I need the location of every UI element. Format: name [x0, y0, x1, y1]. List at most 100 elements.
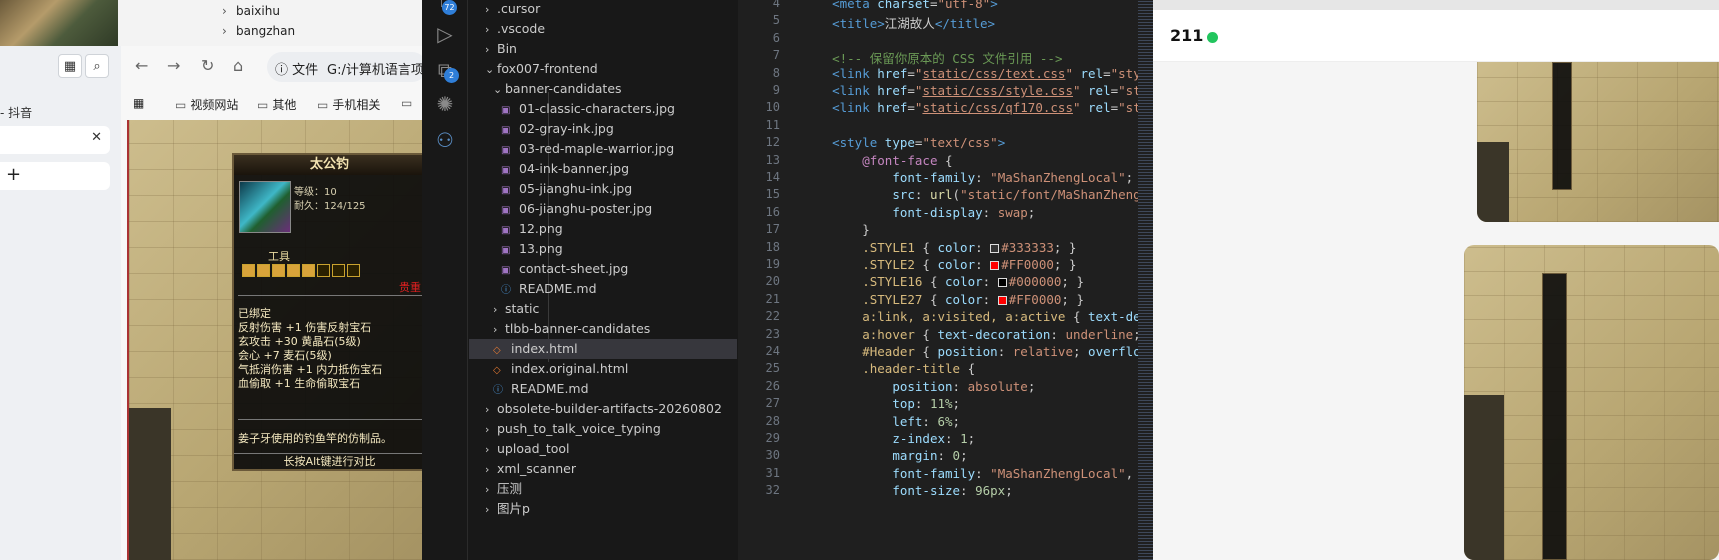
explorer-item-label: index.original.html [511, 361, 629, 376]
info-icon: ⓘ [275, 63, 293, 78]
code-line[interactable]: z-index: 1; [802, 431, 975, 446]
code-line[interactable]: font-family: "MaShanZhengLocal"; [802, 170, 1133, 185]
code-line[interactable]: <link href="static/css/text.css" rel="st… [802, 66, 1138, 81]
game-viewport[interactable]: 太公钓 等级：10 耐久：124/125 工具 贵重 已绑定 反射伤害 +1 伤… [127, 120, 422, 560]
url-info-chip[interactable]: ⓘ 文件 [275, 59, 318, 78]
explorer-item-label: obsolete-builder-artifacts-20260802 [497, 401, 722, 416]
code-line[interactable]: .header-title { [802, 361, 975, 376]
explorer-file[interactable]: ▣ 05-jianghu-ink.jpg [469, 179, 737, 199]
code-line[interactable]: .STYLE16 { color: #000000; } [802, 274, 1084, 289]
code-line[interactable]: margin: 0; [802, 448, 967, 463]
explorer-file[interactable]: ▣ contact-sheet.jpg [469, 259, 737, 279]
explorer-file[interactable]: ⓘ README.md [469, 279, 737, 299]
explorer-file[interactable]: ▣ 12.png [469, 219, 737, 239]
explorer-file[interactable]: ▣ 04-ink-banner.jpg [469, 159, 737, 179]
explorer-file[interactable]: ▣ 01-classic-characters.jpg [469, 99, 737, 119]
thumbnail-card[interactable] [1464, 245, 1719, 560]
explorer-folder[interactable]: › Bin [469, 39, 737, 59]
line-number: 4 [772, 0, 780, 10]
code-line[interactable]: top: 11%; [802, 396, 960, 411]
explorer-file[interactable]: ◇ index.html [469, 339, 737, 359]
explorer-folder[interactable]: ⌄ fox007-frontend [469, 59, 737, 79]
explorer-folder[interactable]: ⌄ banner-candidates [469, 79, 737, 99]
line-number: 7 [772, 48, 780, 63]
code-line[interactable]: left: 6%; [802, 414, 960, 429]
code-editor[interactable]: 4 <meta charset="utf-8"> 5 <title>江湖故人</t… [738, 0, 1138, 560]
explorer-file[interactable]: ▣ 06-jianghu-poster.jpg [469, 199, 737, 219]
explorer-folder[interactable]: › .cursor [469, 0, 737, 19]
explorer-folder[interactable]: › xml_scanner [469, 459, 737, 479]
explorer-folder[interactable]: › tlbb-banner-candidates [469, 319, 737, 339]
code-line[interactable]: .STYLE1 { color: #333333; } [802, 240, 1076, 255]
tab-search-icon[interactable]: ⌕ [85, 54, 109, 78]
forward-icon[interactable]: → [167, 56, 180, 75]
side-tab-label[interactable]: - 抖音 [0, 104, 32, 121]
explorer-file[interactable]: ▣ 13.png [469, 239, 737, 259]
item-title: 太公钓 [234, 155, 422, 175]
tree-item-bangzhan[interactable]: › bangzhan [222, 24, 295, 38]
code-line[interactable]: <title>江湖故人</title> [802, 13, 995, 32]
back-icon[interactable]: ← [135, 56, 148, 75]
chevron-right-icon: › [485, 23, 490, 36]
explorer-file[interactable]: ▣ 02-gray-ink.jpg [469, 119, 737, 139]
explorer-item-label: 13.png [519, 241, 563, 256]
explorer-file[interactable]: ◇ index.original.html [469, 359, 737, 379]
address-bar[interactable]: ⓘ 文件 G:/计算机语言项 [267, 52, 427, 82]
explorer-folder[interactable]: › 压测 [469, 479, 737, 499]
vscode-window: ⑂ 72 ▷ ⧉ 2 ✺ ⚇ ›.cursor›.vscode›Bin⌄fox0… [422, 0, 1153, 560]
new-tab-button[interactable]: + [0, 162, 110, 190]
thumbnail-card[interactable] [1477, 62, 1719, 222]
code-line[interactable]: <link href="static/css/qf170.css" rel="s… [802, 100, 1138, 115]
bookmark-folder-overflow[interactable]: ▭ [401, 96, 416, 110]
code-line[interactable]: <link href="static/css/style.css" rel="s… [802, 83, 1138, 98]
explorer-folder[interactable]: › static [469, 299, 737, 319]
code-line[interactable]: <style type="text/css"> [802, 135, 1005, 150]
code-line[interactable]: font-display: swap; [802, 205, 1035, 220]
chevron-right-icon: › [485, 503, 490, 516]
code-line[interactable]: } [802, 222, 870, 237]
code-line[interactable]: <meta charset="utf-8"> [802, 0, 998, 11]
line-number: 23 [765, 326, 780, 341]
code-line[interactable]: @font-face { [802, 153, 952, 168]
code-line[interactable]: .STYLE2 { color: #FF0000; } [802, 257, 1076, 272]
home-icon[interactable]: ⌂ [233, 56, 243, 75]
image-file-icon: ▣ [501, 225, 511, 236]
code-line[interactable]: .STYLE27 { color: #FF0000; } [802, 292, 1084, 307]
code-line[interactable]: font-size: 96px; [802, 483, 1012, 498]
explorer-folder[interactable]: › 图片p [469, 499, 737, 519]
code-line[interactable]: #Header { position: relative; overflow [802, 344, 1138, 359]
tab-grid-icon[interactable]: ▦ [58, 54, 82, 78]
tree-item-baixihu[interactable]: › baixihu [222, 4, 280, 18]
python-icon[interactable]: ⚇ [433, 128, 457, 152]
code-line[interactable]: a:link, a:visited, a:active { text-de [802, 309, 1138, 324]
ai-sparkle-icon[interactable]: ✺ [433, 92, 457, 116]
side-tab-card[interactable]: ✕ [0, 126, 110, 154]
run-debug-icon[interactable]: ▷ [433, 22, 457, 46]
explorer-folder[interactable]: › upload_tool [469, 439, 737, 459]
url-text[interactable]: G:/计算机语言项 [327, 59, 424, 78]
code-line[interactable]: a:hover { text-decoration: underline; } [802, 327, 1138, 342]
explorer-folder[interactable]: › .vscode [469, 19, 737, 39]
minimap[interactable] [1138, 0, 1153, 560]
explorer-file[interactable]: ▣ 03-red-maple-warrior.jpg [469, 139, 737, 159]
close-icon[interactable]: ✕ [91, 130, 102, 145]
reload-icon[interactable]: ↻ [201, 56, 214, 75]
bookmark-label: 视频网站 [190, 98, 239, 112]
code-line[interactable]: position: absolute; [802, 379, 1035, 394]
explorer-folder[interactable]: › push_to_talk_voice_typing [469, 419, 737, 439]
folder-icon: ▭ [401, 96, 413, 110]
code-line[interactable]: font-family: "MaShanZhengLocal", "S [802, 466, 1138, 481]
code-line[interactable]: src: url("static/font/MaShanZheng [802, 187, 1138, 202]
bookmark-phone[interactable]: ▭ 手机相关 [317, 96, 380, 113]
bookmark-other[interactable]: ▭ 其他 [257, 96, 296, 113]
explorer-file[interactable]: ⓘ README.md [469, 379, 737, 399]
gem-slot [272, 264, 285, 277]
explorer-item-label: 05-jianghu-ink.jpg [519, 181, 633, 196]
bookmark-video-sites[interactable]: ▭ 视频网站 [175, 96, 238, 113]
item-description: 姜子牙使用的钓鱼竿的仿制品。 [238, 432, 392, 445]
line-number: 11 [765, 117, 780, 132]
code-line[interactable]: <!-- 保留你原本的 CSS 文件引用 --> [802, 48, 1062, 67]
explorer-item-label: 06-jianghu-poster.jpg [519, 201, 653, 216]
explorer-folder[interactable]: › obsolete-builder-artifacts-20260802 [469, 399, 737, 419]
apps-grid-icon[interactable]: ▦ [133, 96, 144, 110]
